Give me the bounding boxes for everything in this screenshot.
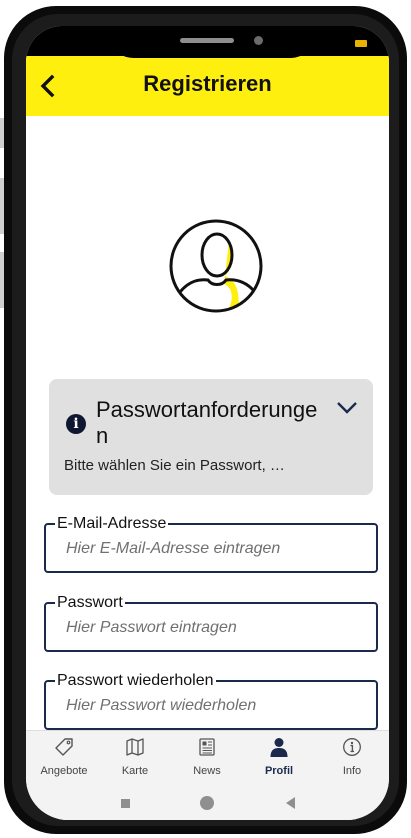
tab-angebote[interactable]: Angebote <box>34 731 94 787</box>
newspaper-icon <box>199 738 215 756</box>
tag-icon <box>55 738 73 756</box>
password-repeat-field-placeholder[interactable]: Hier Passwort wiederholen <box>66 697 256 715</box>
email-field[interactable]: E-Mail-Adresse Hier E-Mail-Adresse eintr… <box>44 515 378 573</box>
password-repeat-field-label: Passwort wiederholen <box>55 672 216 690</box>
tab-label-karte: Karte <box>121 765 149 777</box>
password-repeat-field[interactable]: Passwort wiederholen Hier Passwort wiede… <box>44 672 378 730</box>
camera-notch <box>106 26 318 58</box>
tab-label-news: News <box>193 765 221 777</box>
app-header: Registrieren <box>26 56 389 116</box>
tab-karte[interactable]: Karte <box>105 731 165 787</box>
password-field[interactable]: Passwort Hier Passwort eintragen <box>44 594 378 652</box>
page-title: Registrieren <box>143 71 272 96</box>
tab-label-angebote: Angebote <box>40 765 88 777</box>
password-requirements-summary: Bitte wählen Sie ein Passwort, … <box>64 457 285 474</box>
user-avatar-icon[interactable] <box>168 218 264 314</box>
app-screen: Registrieren i Passwortanforderungen Bit… <box>26 26 389 820</box>
map-icon <box>126 738 144 756</box>
bottom-tab-bar: Angebote Karte News Profil Info <box>26 730 389 787</box>
recents-button[interactable] <box>121 799 130 808</box>
tab-label-info: Info <box>342 765 362 777</box>
system-navigation-bar <box>26 786 389 820</box>
email-field-placeholder[interactable]: Hier E-Mail-Adresse eintragen <box>66 540 280 558</box>
password-requirements-card[interactable]: i Passwortanforderungen Bitte wählen Sie… <box>49 379 373 495</box>
home-button[interactable] <box>200 796 214 810</box>
chevron-down-icon[interactable] <box>336 401 358 415</box>
back-nav-button[interactable] <box>286 797 295 809</box>
password-requirements-title: Passwortanforderungen <box>96 397 318 448</box>
battery-icon <box>355 40 367 47</box>
password-field-label: Passwort <box>55 594 125 612</box>
info-icon: i <box>66 414 86 434</box>
front-camera <box>254 36 263 45</box>
tab-profil[interactable]: Profil <box>249 731 309 787</box>
person-icon <box>270 738 288 757</box>
tab-label-profil: Profil <box>264 765 294 777</box>
tab-info[interactable]: Info <box>322 731 382 787</box>
tab-news[interactable]: News <box>177 731 237 787</box>
speaker-grille <box>180 38 234 43</box>
info-circle-icon <box>343 738 361 756</box>
password-field-placeholder[interactable]: Hier Passwort eintragen <box>66 619 237 637</box>
email-field-label: E-Mail-Adresse <box>55 515 169 533</box>
